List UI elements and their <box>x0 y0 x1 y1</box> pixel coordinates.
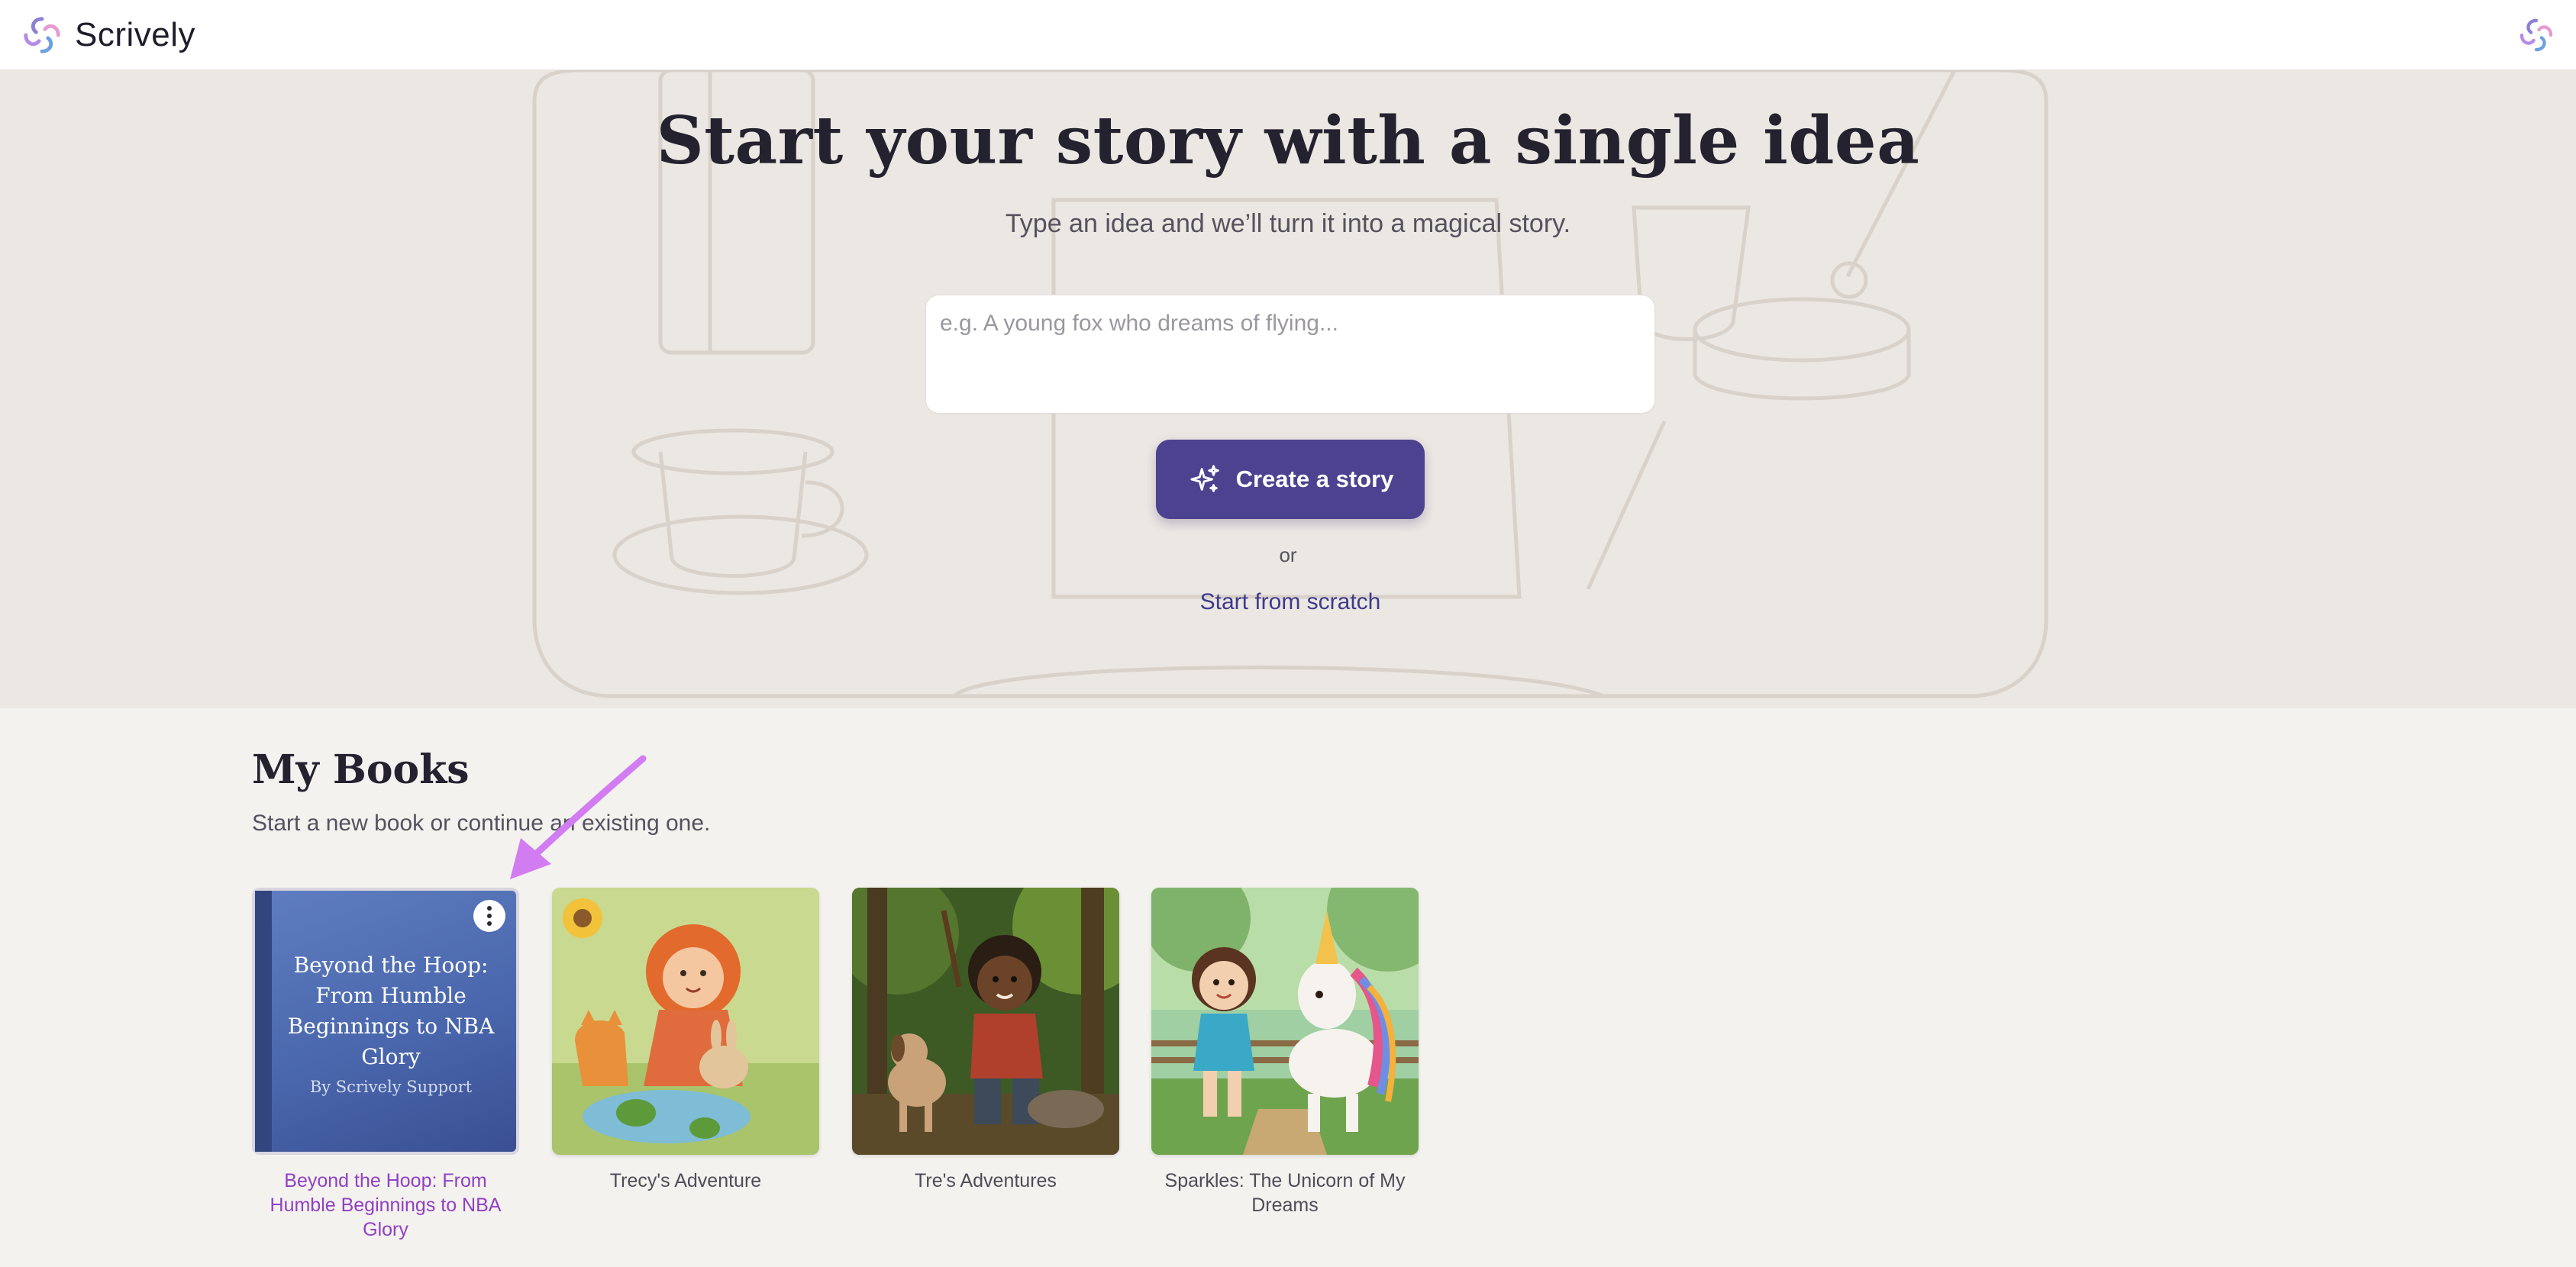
create-story-button[interactable]: Create a story <box>1156 440 1425 519</box>
sparkles-icon <box>1187 462 1222 497</box>
book-title-caption[interactable]: Trecy's Adventure <box>552 1169 819 1193</box>
book-card[interactable]: Sparkles: The Unicorn of My Dreams <box>1151 888 1419 1217</box>
book-title-caption[interactable]: Beyond the Hoop: From Humble Beginnings … <box>252 1169 519 1242</box>
swirl-logo-icon <box>20 13 64 57</box>
book-card[interactable]: Tre's Adventures <box>852 888 1119 1193</box>
hero-title: Start your story with a single idea <box>656 102 1920 179</box>
or-separator: or <box>1279 543 1297 566</box>
start-from-scratch-link[interactable]: Start from scratch <box>1176 589 1405 615</box>
girl-with-pets-illustration <box>552 888 819 1155</box>
hero-section: Start your story with a single idea Type… <box>0 70 2576 708</box>
swirl-avatar-icon <box>2516 15 2556 55</box>
account-avatar-button[interactable] <box>2516 15 2556 55</box>
girl-with-unicorn-illustration <box>1151 888 1419 1155</box>
book-card[interactable]: Trecy's Adventure <box>552 888 819 1193</box>
book-cover[interactable] <box>852 888 1119 1155</box>
brand-name: Scrively <box>75 15 196 53</box>
hero-subtitle: Type an idea and we’ll turn it into a ma… <box>1005 209 1571 238</box>
cover-title: Beyond the Hoop: From Humble Beginnings … <box>287 953 495 1069</box>
my-books-heading: My Books <box>252 746 470 793</box>
book-cover[interactable] <box>1151 888 1419 1155</box>
book-options-menu-button[interactable] <box>473 900 505 932</box>
book-title-caption[interactable]: Sparkles: The Unicorn of My Dreams <box>1151 1169 1419 1217</box>
create-story-label: Create a story <box>1235 466 1394 492</box>
book-title-caption[interactable]: Tre's Adventures <box>852 1169 1119 1193</box>
brand-home-link[interactable]: Scrively <box>20 13 195 57</box>
book-cover[interactable] <box>552 888 819 1155</box>
annotation-arrow <box>510 755 647 879</box>
boy-with-dog-illustration <box>852 888 1119 1155</box>
more-vertical-icon <box>487 906 492 911</box>
cover-author: By Scrively Support <box>309 1078 473 1096</box>
book-cover[interactable]: Beyond the Hoop: From Humble Beginnings … <box>252 888 519 1155</box>
story-idea-input[interactable] <box>925 295 1655 414</box>
more-vertical-dot <box>487 914 492 918</box>
book-card[interactable]: Beyond the Hoop: From Humble Beginnings … <box>252 888 519 1242</box>
top-bar: Scrively <box>0 0 2576 70</box>
book-spine <box>255 891 272 1152</box>
more-vertical-dot <box>487 921 492 926</box>
